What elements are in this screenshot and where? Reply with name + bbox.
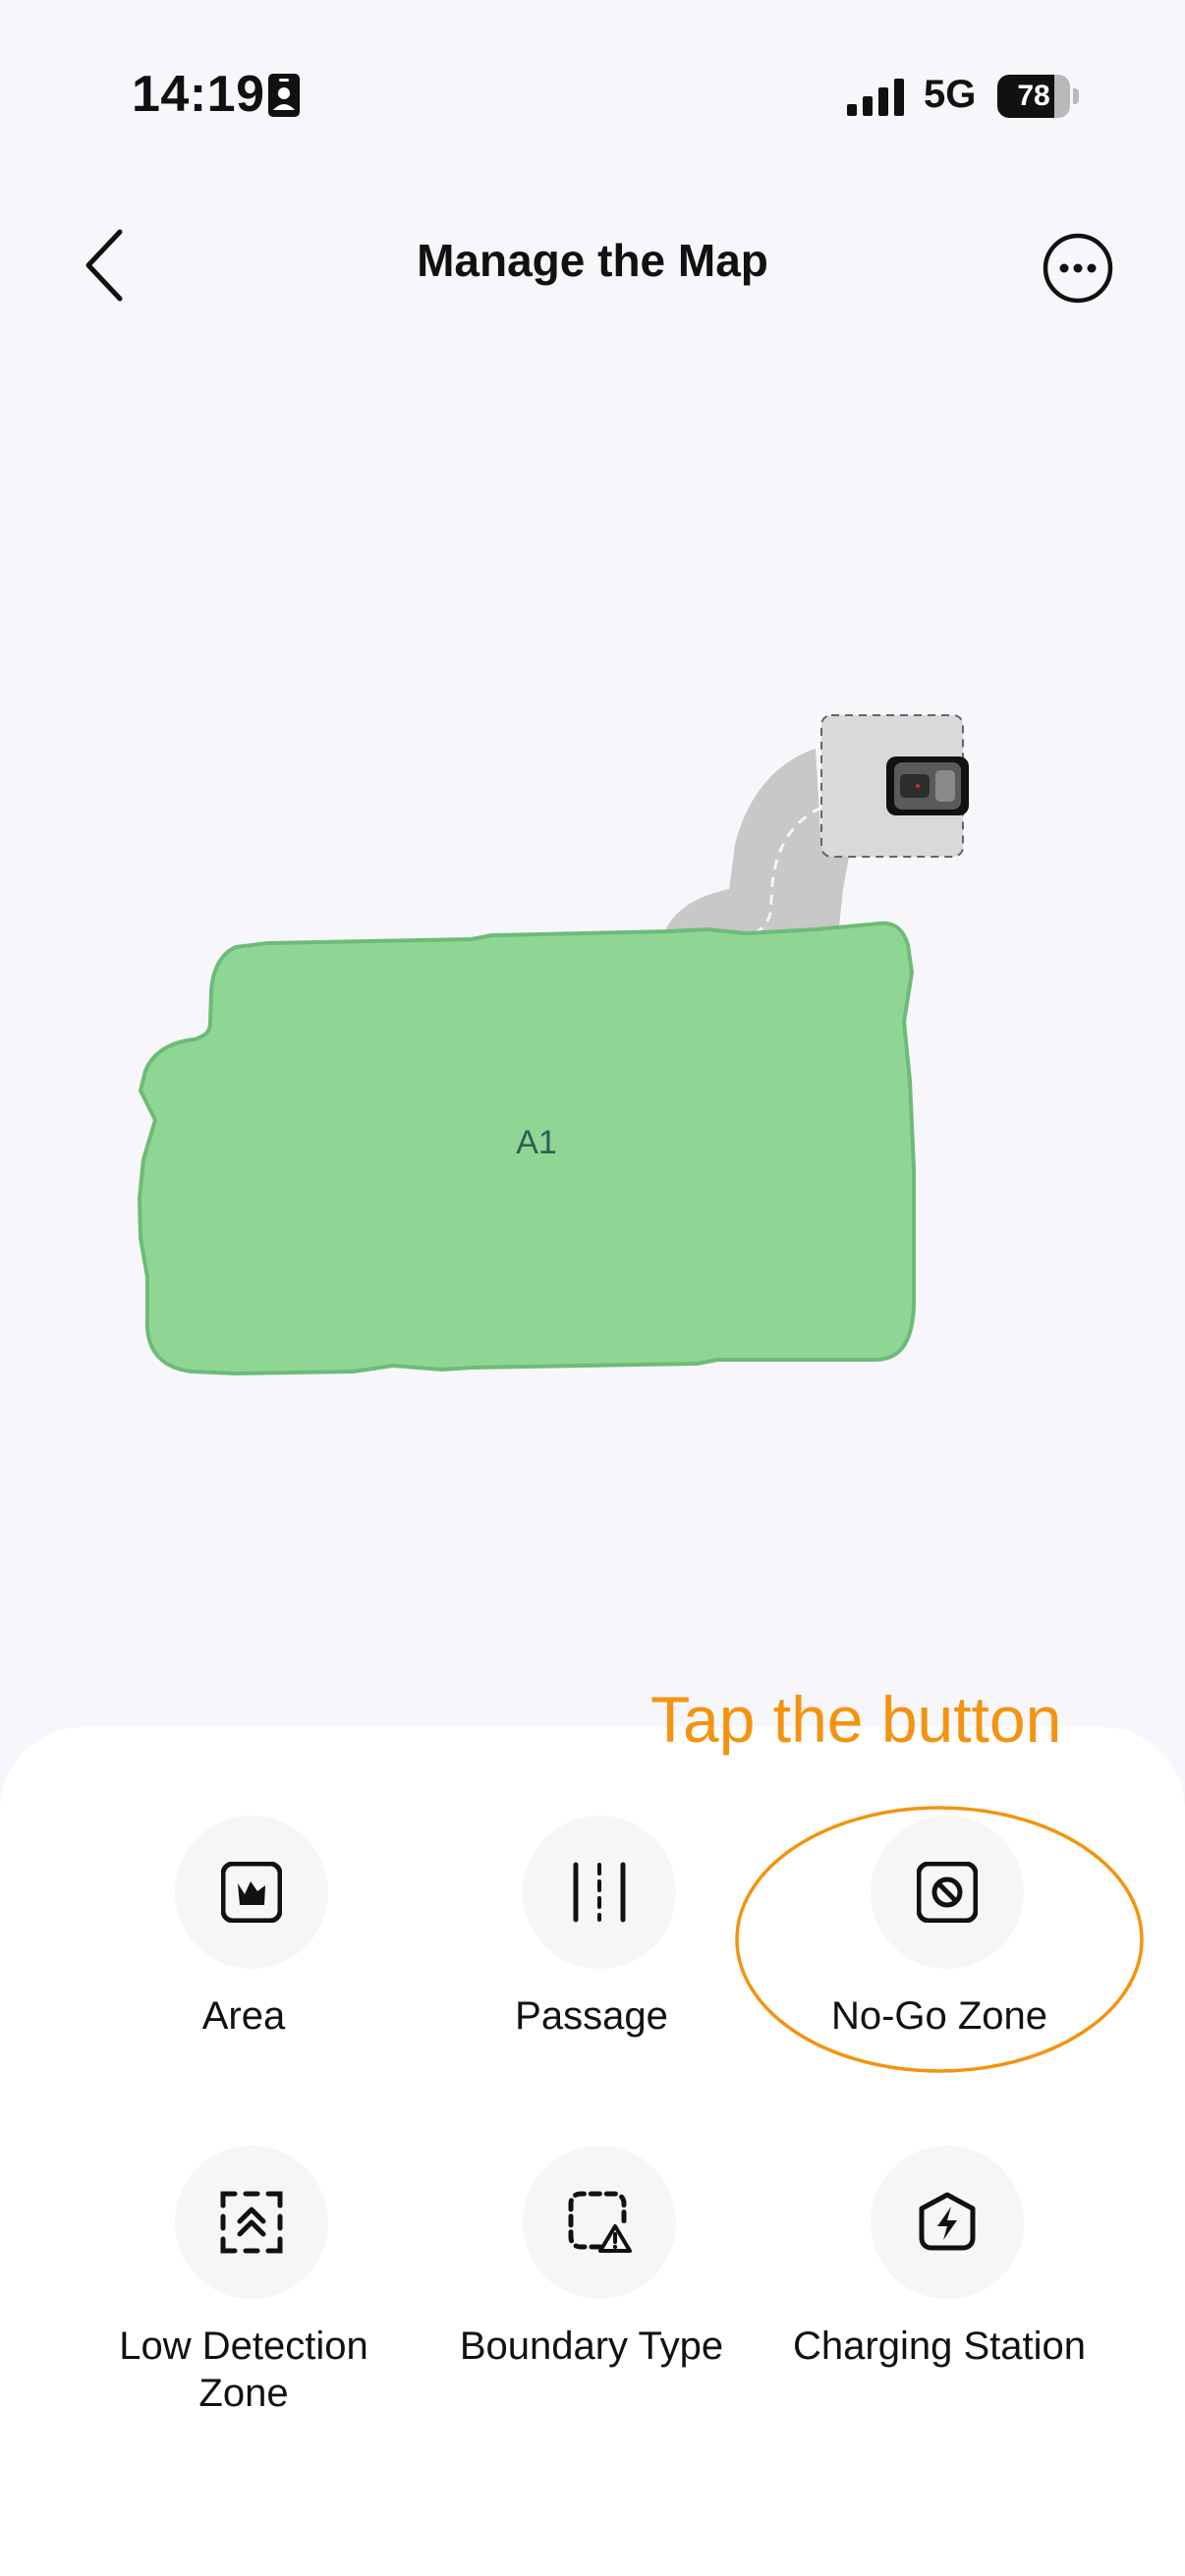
low-detection-zone-tool-label: Low Detection Zone (119, 2324, 368, 2415)
more-options-button[interactable] (1042, 232, 1114, 305)
cellular-signal-icon (847, 79, 904, 116)
page-title: Manage the Map (417, 235, 768, 286)
id-card-icon (268, 74, 300, 117)
status-bar: 14:19 5G 78 (0, 0, 1185, 187)
area-icon (221, 1862, 282, 1923)
battery-icon: 78 (997, 75, 1080, 118)
passage-icon (573, 1862, 626, 1923)
status-time: 14:19 (132, 66, 265, 123)
low-detection-zone-icon (220, 2191, 283, 2254)
no-go-zone-icon (917, 1862, 978, 1923)
area-a1-label: A1 (516, 1124, 557, 1161)
passage-tool-label: Passage (515, 1994, 668, 2038)
passage-path (660, 749, 849, 945)
map-canvas[interactable] (0, 688, 1185, 1395)
charging-station-icon (919, 2192, 976, 2251)
no-go-zone-tool-label: No-Go Zone (830, 1994, 1048, 2038)
tool-sheet: Area Passage No-Go Zone Low Detection Zo… (0, 1727, 1185, 2576)
charging-station-tool-label: Charging Station (793, 2324, 1086, 2368)
area-tool-label: Area (201, 1994, 286, 2038)
network-type: 5G (924, 73, 977, 116)
mower-icon[interactable] (886, 756, 969, 815)
battery-level: 78 (1017, 80, 1050, 112)
tap-hint-annotation: Tap the button (650, 1683, 1062, 1756)
boundary-type-tool-label: Boundary Type (459, 2324, 724, 2368)
boundary-type-icon (568, 2191, 632, 2253)
